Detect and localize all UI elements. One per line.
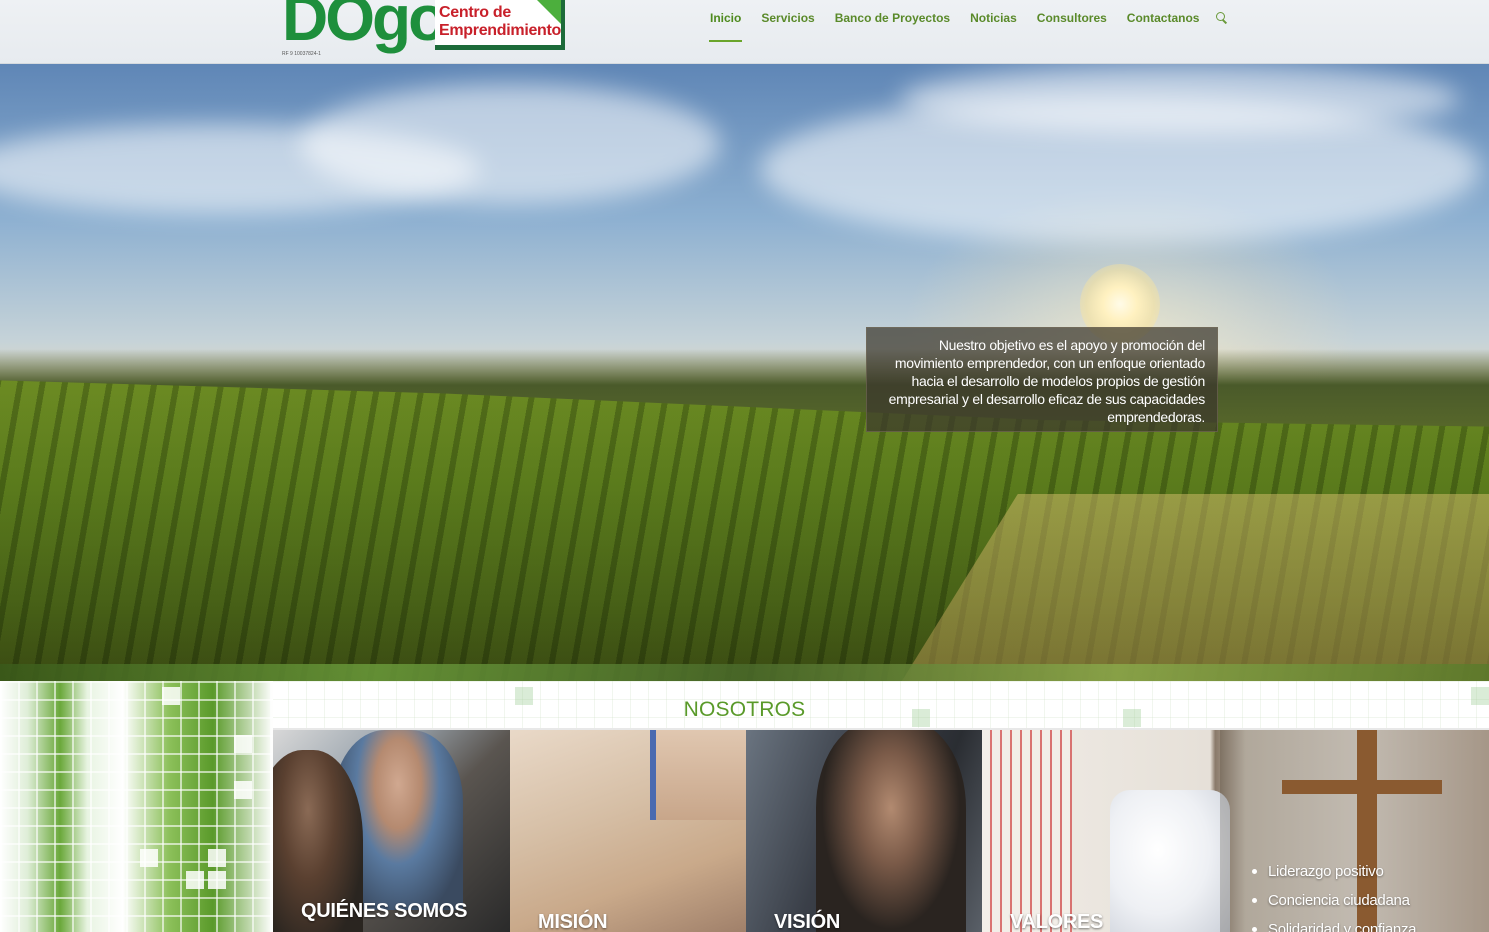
- card-label: QUIÉNES SOMOS: [301, 900, 468, 922]
- decorative-square: [234, 735, 252, 753]
- list-item: Solidaridad y confianza: [1250, 915, 1417, 932]
- logo-tagline-box: Centro de Emprendimiento: [435, 0, 565, 50]
- decorative-square: [208, 849, 226, 867]
- hero-banner: Nuestro objetivo es el apoyo y promoción…: [0, 64, 1489, 681]
- card-photo-wood: [1282, 780, 1442, 794]
- card-label: VISIÓN: [774, 911, 840, 932]
- values-list: Liderazgo positivo Conciencia ciudadana …: [1250, 857, 1417, 932]
- card-label: MISIÓN: [538, 911, 608, 932]
- logo-wordmark: DOgo: [282, 0, 447, 54]
- decorative-square: [208, 871, 226, 889]
- hero-caption-box: Nuestro objetivo es el apoyo y promoción…: [866, 327, 1218, 432]
- card-photo-detail: [650, 730, 746, 820]
- nosotros-section: NOSOTROS QUIÉNES SOMOS MISIÓN VISIÓN VAL…: [0, 681, 1489, 932]
- section-title: NOSOTROS: [683, 698, 806, 721]
- list-item: Conciencia ciudadana: [1250, 886, 1416, 915]
- nav-item-consultores[interactable]: Consultores: [1027, 0, 1117, 44]
- nav-item-inicio[interactable]: Inicio: [700, 0, 751, 44]
- nav-item-banco-de-proyectos[interactable]: Banco de Proyectos: [825, 0, 960, 44]
- card-vision[interactable]: VISIÓN: [746, 730, 982, 932]
- logo-tagline: Centro de Emprendimiento: [439, 4, 561, 40]
- nav-item-servicios[interactable]: Servicios: [751, 0, 824, 44]
- main-nav: Inicio Servicios Banco de Proyectos Noti…: [700, 0, 1229, 44]
- cloud: [300, 84, 720, 204]
- decorative-square: [186, 871, 204, 889]
- logo-tagline-line1: Centro de: [439, 4, 511, 21]
- nav-item-contactanos[interactable]: Contactanos: [1117, 0, 1210, 44]
- card-label: VALORES: [1010, 911, 1104, 932]
- nav-item-noticias[interactable]: Noticias: [960, 0, 1027, 44]
- card-photo-jar: [1110, 790, 1230, 932]
- logo-bar: [435, 45, 565, 50]
- hero-bottom-strip: [0, 664, 1489, 681]
- card-mision[interactable]: MISIÓN: [510, 730, 746, 932]
- search-icon[interactable]: [1215, 11, 1229, 25]
- site-logo[interactable]: DOgo Centro de Emprendimiento RF 9 10037…: [282, 0, 566, 58]
- card-quienes-somos[interactable]: QUIÉNES SOMOS: [273, 730, 510, 932]
- card-photo-cloth: [982, 730, 1072, 932]
- decorative-square: [140, 849, 158, 867]
- decorative-square: [234, 781, 252, 799]
- card-photo-figure: [816, 730, 966, 932]
- logo-tagline-line2: Emprendimiento: [439, 22, 562, 39]
- hero-caption-text: Nuestro objetivo es el apoyo y promoción…: [888, 337, 1206, 425]
- cloud: [900, 64, 1460, 134]
- logo-registry: RF 9 10037824-1: [282, 51, 321, 57]
- site-header: DOgo Centro de Emprendimiento RF 9 10037…: [0, 0, 1489, 64]
- list-item: Liderazgo positivo: [1250, 857, 1416, 886]
